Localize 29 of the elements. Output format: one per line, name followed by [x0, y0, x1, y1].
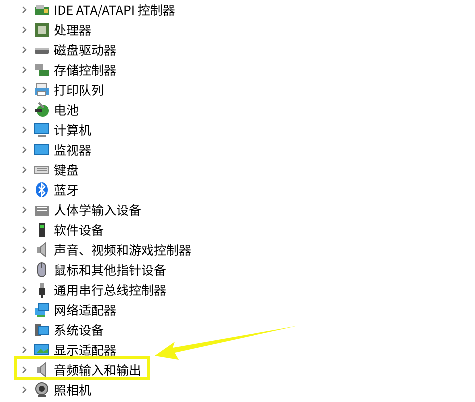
bluetooth-icon	[34, 182, 50, 198]
monitor-icon	[34, 142, 50, 158]
webcam-icon	[34, 382, 50, 398]
tree-item[interactable]: 存储控制器	[54, 60, 117, 80]
monitor-icon	[34, 342, 50, 358]
tree-item[interactable]: 显示适配器	[54, 340, 117, 360]
tree-item[interactable]: 处理器	[54, 20, 92, 40]
tree-item[interactable]: 通用串行总线控制器	[54, 280, 167, 300]
tree-item[interactable]: 网络适配器	[54, 300, 117, 320]
tree-item[interactable]: 蓝牙	[54, 180, 80, 200]
printer-icon	[34, 82, 50, 98]
chip-icon	[34, 22, 50, 38]
tree-item[interactable]: 音频输入和输出	[54, 360, 142, 380]
tree-item[interactable]: 计算机	[54, 120, 92, 140]
tree-item[interactable]: 系统设备	[54, 320, 104, 340]
tree-item[interactable]: 电池	[54, 100, 80, 120]
network-icon	[34, 302, 50, 318]
tree-item[interactable]: 磁盘驱动器	[54, 40, 117, 60]
computer-icon	[34, 322, 50, 338]
tree-item[interactable]: 声音、视频和游戏控制器	[54, 240, 192, 260]
tree-item[interactable]: IDE ATA/ATAPI 控制器	[54, 0, 176, 20]
tree-item[interactable]: 软件设备	[54, 220, 104, 240]
tree-item[interactable]: 监视器	[54, 140, 92, 160]
tree-item[interactable]: 打印队列	[54, 80, 104, 100]
tree-item[interactable]: 照相机	[54, 380, 92, 400]
tree-item[interactable]: 鼠标和其他指针设备	[54, 260, 167, 280]
tree-item[interactable]: 人体学输入设备	[54, 200, 142, 220]
tree-item[interactable]: 键盘	[54, 160, 80, 180]
monitor-icon	[34, 122, 50, 138]
